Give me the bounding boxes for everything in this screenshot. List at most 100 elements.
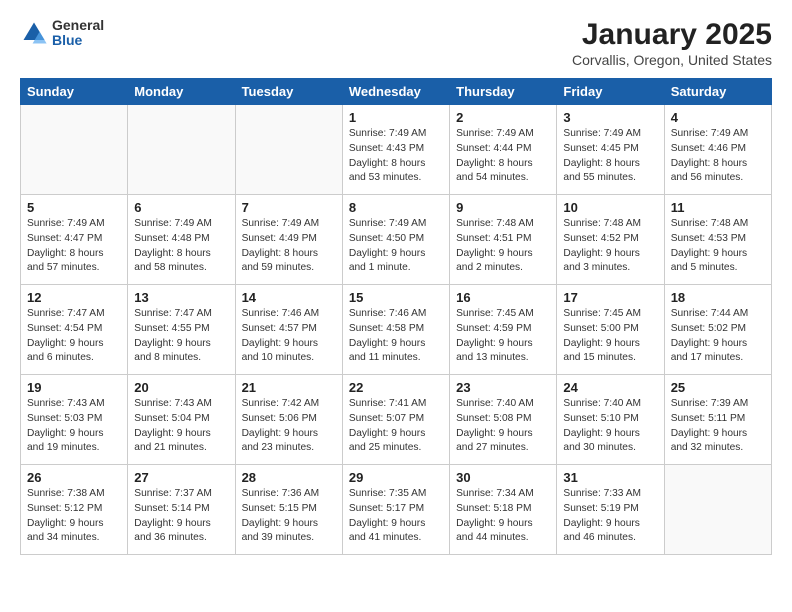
calendar-week-2: 5 Sunrise: 7:49 AM Sunset: 4:47 PM Daylig… — [21, 195, 772, 285]
day-number: 23 — [456, 380, 550, 395]
day-info: Sunrise: 7:43 AM Sunset: 5:03 PM Dayligh… — [27, 397, 121, 456]
day-info: Sunrise: 7:47 AM Sunset: 4:55 PM Dayligh… — [134, 307, 228, 366]
calendar-cell: 5 Sunrise: 7:49 AM Sunset: 4:47 PM Daylig… — [21, 195, 128, 285]
day-number: 6 — [134, 200, 228, 215]
calendar-cell: 18Sunrise: 7:44 AM Sunset: 5:02 PM Dayli… — [664, 285, 771, 375]
day-number: 9 — [456, 200, 550, 215]
day-info: Sunrise: 7:36 AM Sunset: 5:15 PM Dayligh… — [242, 487, 336, 546]
calendar-cell: 17Sunrise: 7:45 AM Sunset: 5:00 PM Dayli… — [557, 285, 664, 375]
day-number: 4 — [671, 110, 765, 125]
calendar-cell — [21, 105, 128, 195]
day-info: Sunrise: 7:46 AM Sunset: 4:57 PM Dayligh… — [242, 307, 336, 366]
day-number: 1 — [349, 110, 443, 125]
day-number: 29 — [349, 470, 443, 485]
calendar-week-5: 26 Sunrise: 7:38 AM Sunset: 5:12 PM Dayli… — [21, 465, 772, 555]
day-info: Sunrise: 7:46 AM Sunset: 4:58 PM Dayligh… — [349, 307, 443, 366]
day-info: Sunrise: 7:49 AM Sunset: 4:48 PM Dayligh… — [134, 217, 228, 276]
day-info: Sunrise: 7:40 AM Sunset: 5:08 PM Dayligh… — [456, 397, 550, 456]
calendar-cell: 6 Sunrise: 7:49 AM Sunset: 4:48 PM Daylig… — [128, 195, 235, 285]
calendar-cell: 28 Sunrise: 7:36 AM Sunset: 5:15 PM Dayli… — [235, 465, 342, 555]
calendar-title: January 2025 — [572, 18, 772, 52]
header-sunday: Sunday — [21, 79, 128, 105]
day-info: Sunrise: 7:49 AM Sunset: 4:45 PM Dayligh… — [563, 127, 657, 186]
day-info: Sunrise: 7:49 AM Sunset: 4:43 PM Dayligh… — [349, 127, 443, 186]
day-info: Sunrise: 7:49 AM Sunset: 4:46 PM Dayligh… — [671, 127, 765, 186]
day-number: 19 — [27, 380, 121, 395]
day-number: 17 — [563, 290, 657, 305]
day-info: Sunrise: 7:40 AM Sunset: 5:10 PM Dayligh… — [563, 397, 657, 456]
logo-text: General Blue — [52, 18, 104, 49]
calendar-cell — [235, 105, 342, 195]
calendar-cell: 15 Sunrise: 7:46 AM Sunset: 4:58 PM Dayli… — [342, 285, 449, 375]
logo: General Blue — [20, 18, 104, 49]
day-number: 22 — [349, 380, 443, 395]
header-tuesday: Tuesday — [235, 79, 342, 105]
day-number: 16 — [456, 290, 550, 305]
calendar-subtitle: Corvallis, Oregon, United States — [572, 52, 772, 68]
day-number: 2 — [456, 110, 550, 125]
calendar-cell — [128, 105, 235, 195]
day-info: Sunrise: 7:49 AM Sunset: 4:44 PM Dayligh… — [456, 127, 550, 186]
logo-icon — [20, 19, 48, 47]
day-number: 11 — [671, 200, 765, 215]
day-info: Sunrise: 7:49 AM Sunset: 4:47 PM Dayligh… — [27, 217, 121, 276]
calendar-cell: 2 Sunrise: 7:49 AM Sunset: 4:44 PM Daylig… — [450, 105, 557, 195]
calendar-cell: 11 Sunrise: 7:48 AM Sunset: 4:53 PM Dayli… — [664, 195, 771, 285]
day-number: 7 — [242, 200, 336, 215]
calendar-week-1: 1 Sunrise: 7:49 AM Sunset: 4:43 PM Daylig… — [21, 105, 772, 195]
calendar-cell: 25Sunrise: 7:39 AM Sunset: 5:11 PM Dayli… — [664, 375, 771, 465]
calendar-cell: 10Sunrise: 7:48 AM Sunset: 4:52 PM Dayli… — [557, 195, 664, 285]
day-number: 20 — [134, 380, 228, 395]
day-number: 15 — [349, 290, 443, 305]
calendar-cell: 19 Sunrise: 7:43 AM Sunset: 5:03 PM Dayli… — [21, 375, 128, 465]
calendar-cell: 29Sunrise: 7:35 AM Sunset: 5:17 PM Dayli… — [342, 465, 449, 555]
day-info: Sunrise: 7:38 AM Sunset: 5:12 PM Dayligh… — [27, 487, 121, 546]
header: General Blue January 2025 Corvallis, Ore… — [20, 18, 772, 68]
day-number: 14 — [242, 290, 336, 305]
calendar-cell: 3 Sunrise: 7:49 AM Sunset: 4:45 PM Daylig… — [557, 105, 664, 195]
calendar-cell: 26 Sunrise: 7:38 AM Sunset: 5:12 PM Dayli… — [21, 465, 128, 555]
day-info: Sunrise: 7:44 AM Sunset: 5:02 PM Dayligh… — [671, 307, 765, 366]
day-number: 13 — [134, 290, 228, 305]
day-number: 8 — [349, 200, 443, 215]
page-container: General Blue January 2025 Corvallis, Ore… — [0, 0, 792, 565]
day-info: Sunrise: 7:33 AM Sunset: 5:19 PM Dayligh… — [563, 487, 657, 546]
day-number: 21 — [242, 380, 336, 395]
day-number: 27 — [134, 470, 228, 485]
day-info: Sunrise: 7:48 AM Sunset: 4:51 PM Dayligh… — [456, 217, 550, 276]
day-info: Sunrise: 7:45 AM Sunset: 4:59 PM Dayligh… — [456, 307, 550, 366]
day-info: Sunrise: 7:48 AM Sunset: 4:53 PM Dayligh… — [671, 217, 765, 276]
calendar-cell: 14 Sunrise: 7:46 AM Sunset: 4:57 PM Dayli… — [235, 285, 342, 375]
day-number: 5 — [27, 200, 121, 215]
day-info: Sunrise: 7:49 AM Sunset: 4:50 PM Dayligh… — [349, 217, 443, 276]
calendar-cell: 31 Sunrise: 7:33 AM Sunset: 5:19 PM Dayli… — [557, 465, 664, 555]
calendar-cell: 9 Sunrise: 7:48 AM Sunset: 4:51 PM Daylig… — [450, 195, 557, 285]
day-number: 26 — [27, 470, 121, 485]
day-number: 30 — [456, 470, 550, 485]
day-number: 12 — [27, 290, 121, 305]
calendar-cell: 7 Sunrise: 7:49 AM Sunset: 4:49 PM Daylig… — [235, 195, 342, 285]
day-info: Sunrise: 7:34 AM Sunset: 5:18 PM Dayligh… — [456, 487, 550, 546]
header-thursday: Thursday — [450, 79, 557, 105]
calendar-cell: 13 Sunrise: 7:47 AM Sunset: 4:55 PM Dayli… — [128, 285, 235, 375]
calendar-cell: 30 Sunrise: 7:34 AM Sunset: 5:18 PM Dayli… — [450, 465, 557, 555]
day-info: Sunrise: 7:49 AM Sunset: 4:49 PM Dayligh… — [242, 217, 336, 276]
day-number: 3 — [563, 110, 657, 125]
calendar-week-3: 12 Sunrise: 7:47 AM Sunset: 4:54 PM Dayli… — [21, 285, 772, 375]
day-info: Sunrise: 7:41 AM Sunset: 5:07 PM Dayligh… — [349, 397, 443, 456]
day-number: 31 — [563, 470, 657, 485]
calendar-cell: 16 Sunrise: 7:45 AM Sunset: 4:59 PM Dayli… — [450, 285, 557, 375]
calendar-cell: 1 Sunrise: 7:49 AM Sunset: 4:43 PM Daylig… — [342, 105, 449, 195]
day-number: 28 — [242, 470, 336, 485]
day-info: Sunrise: 7:47 AM Sunset: 4:54 PM Dayligh… — [27, 307, 121, 366]
calendar-week-4: 19 Sunrise: 7:43 AM Sunset: 5:03 PM Dayli… — [21, 375, 772, 465]
calendar-cell: 4 Sunrise: 7:49 AM Sunset: 4:46 PM Daylig… — [664, 105, 771, 195]
calendar-header-row: Sunday Monday Tuesday Wednesday Thursday… — [21, 79, 772, 105]
day-number: 25 — [671, 380, 765, 395]
calendar-cell — [664, 465, 771, 555]
header-saturday: Saturday — [664, 79, 771, 105]
calendar-cell: 12 Sunrise: 7:47 AM Sunset: 4:54 PM Dayli… — [21, 285, 128, 375]
calendar-cell: 22 Sunrise: 7:41 AM Sunset: 5:07 PM Dayli… — [342, 375, 449, 465]
header-wednesday: Wednesday — [342, 79, 449, 105]
title-area: January 2025 Corvallis, Oregon, United S… — [572, 18, 772, 68]
